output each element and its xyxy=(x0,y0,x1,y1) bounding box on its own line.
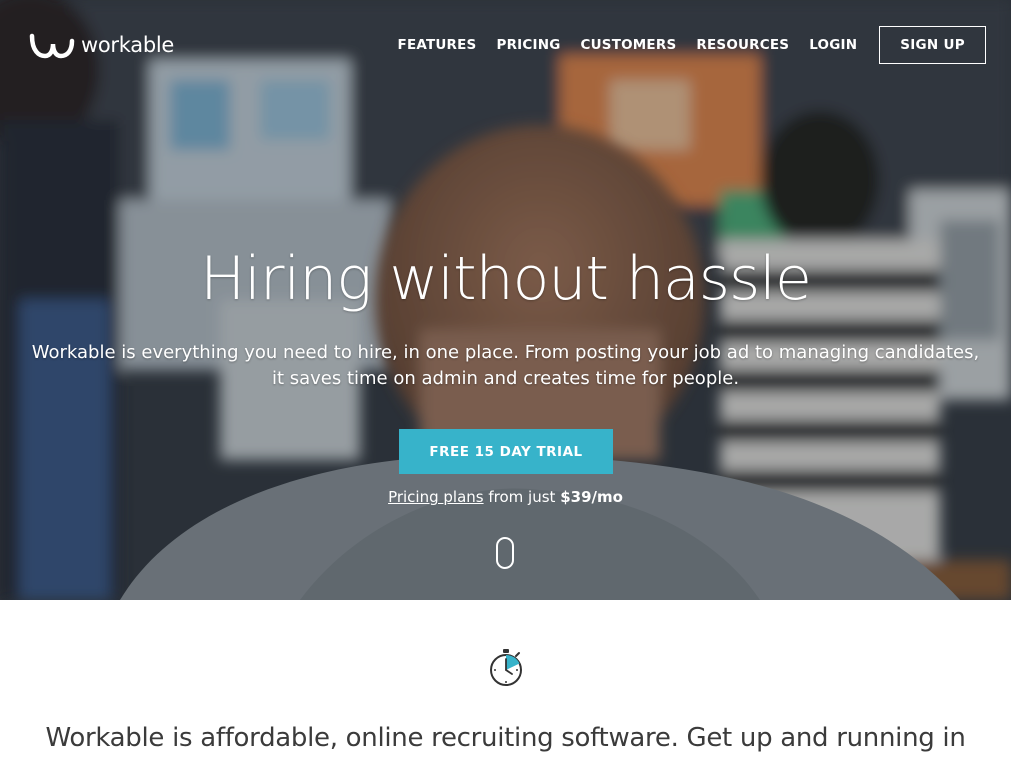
workable-logo-icon xyxy=(29,33,75,59)
pricing-price: $39/mo xyxy=(560,488,623,506)
nav-resources[interactable]: RESOURCES xyxy=(696,37,789,53)
nav-features[interactable]: FEATURES xyxy=(398,37,477,53)
hero-subheadline-line-2: it saves time on admin and creates time … xyxy=(271,368,740,389)
pricing-plans-link[interactable]: Pricing plans xyxy=(388,488,484,506)
stopwatch-icon xyxy=(490,649,522,686)
scroll-down-indicator-icon[interactable] xyxy=(496,537,514,569)
hero-subheadline: Workable is everything you need to hire,… xyxy=(30,340,981,392)
brand-name: workable xyxy=(81,33,175,57)
free-trial-button[interactable]: FREE 15 DAY TRIAL xyxy=(399,429,613,474)
hero-section: workable FEATURES PRICING CUSTOMERS RESO… xyxy=(0,0,1011,600)
intro-section: Workable is affordable, online recruitin… xyxy=(0,600,1011,768)
sign-up-button[interactable]: SIGN UP xyxy=(879,26,986,64)
intro-tagline: Workable is affordable, online recruitin… xyxy=(0,718,1011,758)
main-menu: FEATURES PRICING CUSTOMERS RESOURCES LOG… xyxy=(378,26,986,64)
hero-subheadline-line-1: Workable is everything you need to hire,… xyxy=(31,342,980,363)
nav-login[interactable]: LOGIN xyxy=(809,37,857,53)
nav-pricing[interactable]: PRICING xyxy=(496,37,560,53)
pricing-line: Pricing plans from just $39/mo xyxy=(0,488,1011,506)
pricing-from-text: from just xyxy=(488,488,556,506)
nav-customers[interactable]: CUSTOMERS xyxy=(581,37,677,53)
workable-logo[interactable]: workable xyxy=(29,31,174,59)
intro-tagline-line-1: Workable is affordable, online recruitin… xyxy=(45,723,966,753)
top-navigation: workable FEATURES PRICING CUSTOMERS RESO… xyxy=(0,0,1011,90)
hero-headline: Hiring without hassle xyxy=(200,244,812,314)
